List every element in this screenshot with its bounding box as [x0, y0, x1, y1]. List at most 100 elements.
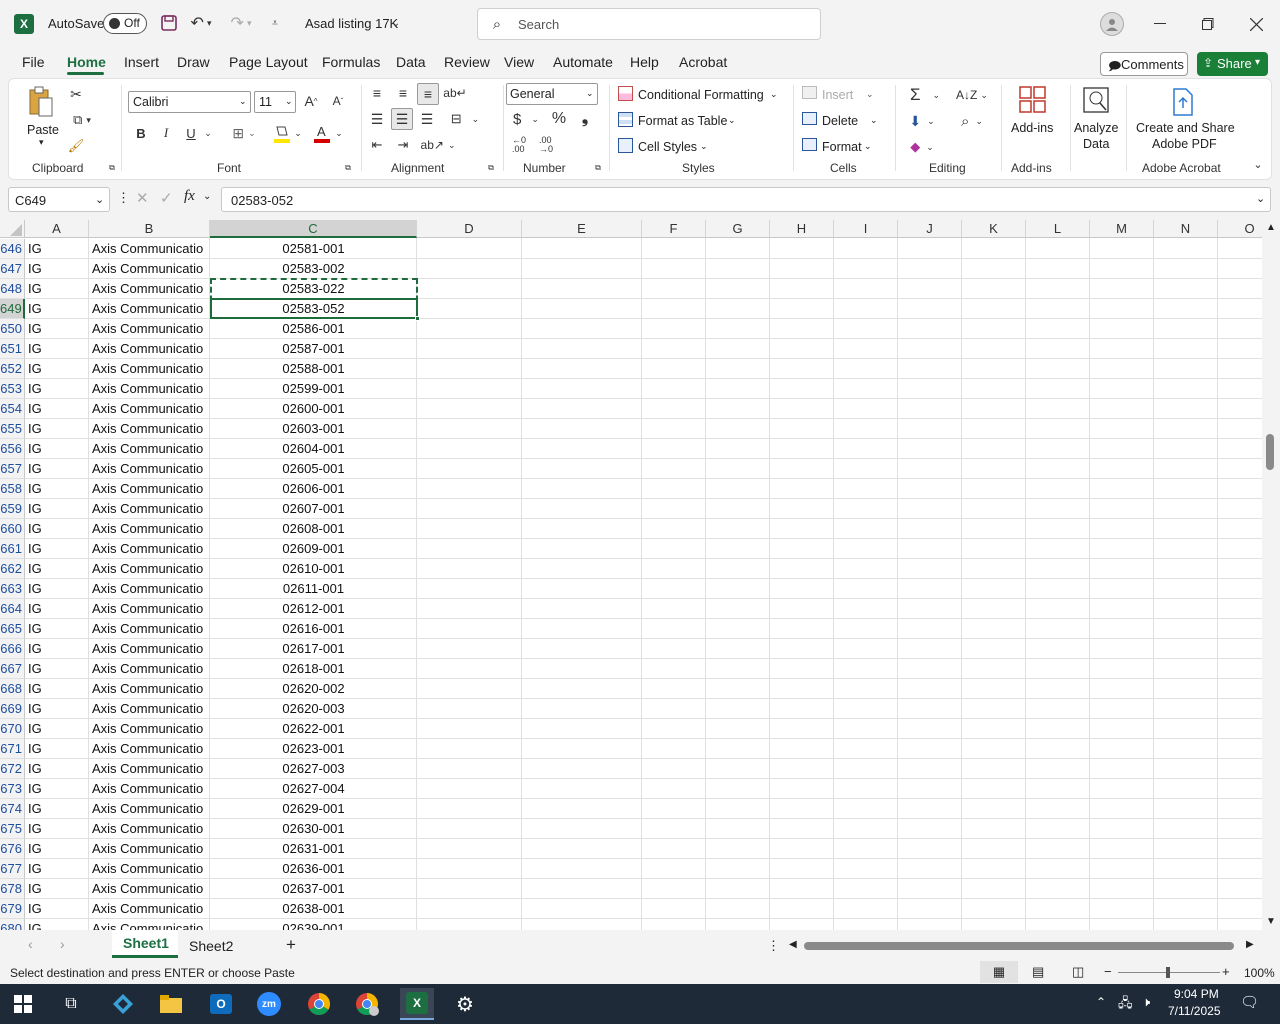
cell-a-676[interactable]: IG — [28, 839, 88, 859]
align-bottom-icon[interactable]: ≡ — [417, 83, 439, 105]
row-header[interactable]: 648 — [0, 279, 25, 299]
app-diamond-icon[interactable] — [106, 988, 140, 1020]
page-break-view-icon[interactable]: ◫ — [1072, 964, 1084, 980]
cell-c-665[interactable]: 02616-001 — [210, 619, 417, 639]
cell-a-664[interactable]: IG — [28, 599, 88, 619]
cell-a-658[interactable]: IG — [28, 479, 88, 499]
cell-b-667[interactable]: Axis Communicatio — [92, 659, 210, 679]
bold-button[interactable]: B — [132, 124, 150, 142]
chrome-icon[interactable] — [302, 988, 336, 1020]
row-header[interactable]: 679 — [0, 899, 25, 919]
cell-b-664[interactable]: Axis Communicatio — [92, 599, 210, 619]
column-header-l[interactable]: L — [1026, 220, 1090, 238]
cell-b-666[interactable]: Axis Communicatio — [92, 639, 210, 659]
row-header[interactable]: 658 — [0, 479, 25, 499]
active-cell[interactable] — [210, 298, 418, 319]
cell-c-657[interactable]: 02605-001 — [210, 459, 417, 479]
cell-a-680[interactable]: IG — [28, 919, 88, 930]
dialog-launcher-icon[interactable]: ⧉ — [486, 163, 496, 173]
align-top-icon[interactable]: ≡ — [367, 83, 387, 103]
scroll-down-icon[interactable]: ▼ — [1266, 916, 1276, 927]
font-size-select[interactable]: 11 ⌄ — [254, 91, 296, 113]
fill-handle[interactable] — [415, 316, 420, 321]
italic-button[interactable]: I — [157, 124, 175, 142]
create-pdf-label-2[interactable]: Adobe PDF — [1152, 137, 1217, 151]
cell-b-659[interactable]: Axis Communicatio — [92, 499, 210, 519]
tab-file[interactable]: File — [22, 54, 45, 70]
cancel-icon[interactable]: ✕ — [136, 189, 149, 207]
cut-icon[interactable]: ✂ — [67, 85, 85, 103]
tab-formulas[interactable]: Formulas — [322, 54, 380, 70]
cell-c-671[interactable]: 02623-001 — [210, 739, 417, 759]
excel-taskbar-icon[interactable]: X — [400, 988, 434, 1020]
cell-c-660[interactable]: 02608-001 — [210, 519, 417, 539]
cell-b-677[interactable]: Axis Communicatio — [92, 859, 210, 879]
format-painter-icon[interactable]: 🖌 — [67, 137, 85, 155]
cell-c-669[interactable]: 02620-003 — [210, 699, 417, 719]
split-handle-icon[interactable]: ⋮ — [767, 938, 780, 954]
prev-sheet-icon[interactable]: ‹ — [28, 936, 33, 952]
analyze-data-icon[interactable] — [1081, 85, 1111, 115]
chevron-down-icon[interactable]: ⌄ — [293, 126, 303, 140]
fill-color-icon[interactable] — [272, 123, 292, 145]
decrease-font-size-icon[interactable]: Aˇ — [329, 92, 347, 110]
chevron-down-icon[interactable]: ⌄ — [334, 126, 344, 140]
column-header-o[interactable]: O — [1218, 220, 1262, 238]
cell-b-662[interactable]: Axis Communicatio — [92, 559, 210, 579]
cell-c-675[interactable]: 02630-001 — [210, 819, 417, 839]
cell-b-679[interactable]: Axis Communicatio — [92, 899, 210, 919]
cell-b-658[interactable]: Axis Communicatio — [92, 479, 210, 499]
row-header[interactable]: 664 — [0, 599, 25, 619]
dialog-launcher-icon[interactable]: ⧉ — [107, 163, 117, 173]
cell-a-659[interactable]: IG — [28, 499, 88, 519]
cell-a-660[interactable]: IG — [28, 519, 88, 539]
tab-view[interactable]: View — [504, 54, 534, 70]
windows-start-icon[interactable] — [6, 988, 40, 1020]
currency-icon[interactable]: $ ⌄ — [509, 109, 543, 129]
create-pdf-icon[interactable] — [1167, 87, 1197, 117]
tab-acrobat[interactable]: Acrobat — [679, 54, 727, 70]
tab-insert[interactable]: Insert — [124, 54, 159, 70]
formula-input[interactable]: 02583-052 ⌄ — [221, 187, 1271, 212]
fill-icon[interactable]: ⬇ ⌄ — [905, 111, 939, 131]
zoom-in-icon[interactable]: + — [1222, 964, 1230, 979]
clock-date[interactable]: 7/11/2025 — [1168, 1004, 1221, 1018]
horizontal-scroll-thumb[interactable] — [804, 942, 1234, 950]
increase-indent-icon[interactable]: ⇥ — [393, 135, 413, 155]
add-sheet-icon[interactable]: + — [286, 935, 296, 955]
name-box[interactable]: C649 ⌄ — [8, 187, 110, 212]
column-header-b[interactable]: B — [89, 220, 210, 238]
cell-c-654[interactable]: 02600-001 — [210, 399, 417, 419]
zoom-level[interactable]: 100% — [1244, 966, 1275, 980]
cell-c-679[interactable]: 02638-001 — [210, 899, 417, 919]
row-header[interactable]: 659 — [0, 499, 25, 519]
network-icon[interactable]: 🖧 — [1118, 994, 1133, 1016]
row-header[interactable]: 670 — [0, 719, 25, 739]
account-avatar-icon[interactable] — [1100, 12, 1124, 36]
cell-c-652[interactable]: 02588-001 — [210, 359, 417, 379]
delete-cells-button[interactable]: Delete ⌄ — [800, 111, 880, 131]
file-name[interactable]: Asad listing 17K — [305, 16, 398, 31]
decrease-decimal-icon[interactable]: .00 →0 — [536, 135, 556, 155]
cell-c-668[interactable]: 02620-002 — [210, 679, 417, 699]
cell-c-674[interactable]: 02629-001 — [210, 799, 417, 819]
row-header[interactable]: 667 — [0, 659, 25, 679]
zoom-out-icon[interactable]: − — [1104, 964, 1112, 979]
row-header[interactable]: 657 — [0, 459, 25, 479]
cell-a-667[interactable]: IG — [28, 659, 88, 679]
align-right-icon[interactable]: ☰ — [417, 109, 437, 129]
cell-b-649[interactable]: Axis Communicatio — [92, 299, 210, 319]
chrome-profile-icon[interactable] — [350, 988, 384, 1020]
cell-a-675[interactable]: IG — [28, 819, 88, 839]
row-header[interactable]: 677 — [0, 859, 25, 879]
cell-a-668[interactable]: IG — [28, 679, 88, 699]
restore-icon[interactable] — [1198, 14, 1218, 34]
cell-b-653[interactable]: Axis Communicatio — [92, 379, 210, 399]
paste-label[interactable]: Paste — [27, 123, 59, 137]
orientation-icon[interactable]: ab↗ ⌄ — [421, 135, 456, 155]
cell-b-656[interactable]: Axis Communicatio — [92, 439, 210, 459]
tab-data[interactable]: Data — [396, 54, 426, 70]
cell-b-668[interactable]: Axis Communicatio — [92, 679, 210, 699]
row-header[interactable]: 652 — [0, 359, 25, 379]
sheet-tab-sheet2[interactable]: Sheet2 — [189, 938, 233, 954]
